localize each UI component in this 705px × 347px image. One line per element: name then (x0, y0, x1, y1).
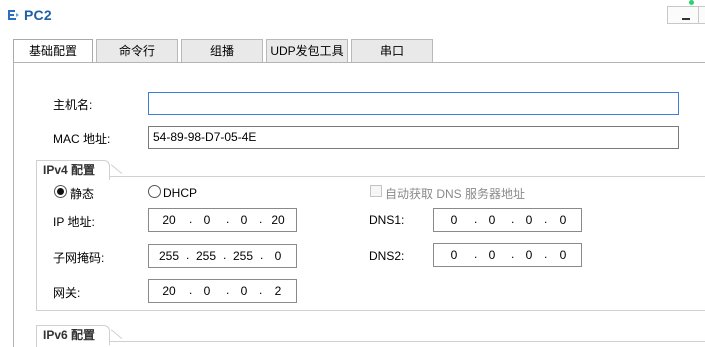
dns2-octet-1: 0 (450, 248, 458, 262)
ip-dot: . (474, 212, 478, 226)
static-radio-label: 静态 (70, 187, 95, 201)
dns1-octet-4: 0 (559, 213, 567, 227)
ip-dot: . (511, 212, 515, 226)
window-title: PC2 (24, 7, 52, 23)
ip-octet-4: 20 (271, 213, 285, 227)
title-bar: PC2 (0, 0, 705, 30)
tab-command-line[interactable]: 命令行 (96, 39, 178, 62)
dns1-octet-3: 0 (525, 213, 533, 227)
tab-multicast[interactable]: 组播 (181, 39, 263, 62)
dns1-octet-1: 0 (450, 213, 458, 227)
tab-bar: 基础配置 命令行 组播 UDP发包工具 串口 (13, 39, 436, 63)
ip-dot: . (474, 247, 478, 261)
ipv6-section-title: IPv6 配置 (36, 325, 111, 345)
gateway-octet-3: 0 (240, 284, 248, 298)
mac-label: MAC 地址: (53, 132, 111, 146)
gateway-octet-2: 0 (203, 284, 211, 298)
subnet-mask-field[interactable]: 255 . 255 . 255 . 0 (148, 244, 297, 268)
ip-octet-1: 20 (162, 213, 176, 227)
dns1-octet-2: 0 (488, 213, 496, 227)
dns1-label: DNS1: (369, 213, 405, 227)
dhcp-radio[interactable] (148, 185, 161, 198)
ip-dot: . (260, 248, 264, 262)
tab-serial[interactable]: 串口 (351, 39, 433, 62)
ip-dot: . (189, 283, 193, 297)
ip-dot: . (226, 283, 230, 297)
hostname-label: 主机名: (53, 98, 93, 112)
ip-address-label: IP 地址: (53, 215, 95, 229)
mask-octet-4: 0 (274, 249, 282, 263)
ip-dot: . (259, 212, 263, 226)
dns2-label: DNS2: (369, 249, 405, 263)
ip-dot: . (259, 283, 263, 297)
mask-octet-1: 255 (158, 249, 180, 263)
dns2-octet-4: 0 (559, 248, 567, 262)
status-indicator (689, 0, 694, 5)
mask-octet-2: 255 (195, 249, 217, 263)
dns2-field[interactable]: 0 . 0 . 0 . 0 (433, 243, 582, 267)
ipv6-section (36, 341, 705, 347)
maximize-button[interactable] (699, 6, 705, 24)
ip-dot: . (544, 212, 548, 226)
ip-octet-2: 0 (203, 213, 211, 227)
auto-dns-label: 自动获取 DNS 服务器地址 (385, 187, 526, 201)
dhcp-radio-label: DHCP (163, 186, 198, 200)
dns2-octet-3: 0 (525, 248, 533, 262)
ip-address-field[interactable]: 20 . 0 . 0 . 20 (148, 208, 297, 232)
ip-dot: . (189, 212, 193, 226)
mac-field[interactable]: 54-89-98-D7-05-4E (148, 126, 679, 149)
hostname-input[interactable] (148, 92, 679, 115)
auto-dns-checkbox[interactable] (370, 185, 382, 197)
ip-dot: . (223, 248, 227, 262)
minimize-button[interactable] (667, 6, 699, 24)
ip-dot: . (186, 248, 190, 262)
static-radio[interactable] (54, 185, 67, 198)
tab-basic-config[interactable]: 基础配置 (13, 39, 93, 63)
ip-dot: . (511, 247, 515, 261)
ip-octet-3: 0 (240, 213, 248, 227)
gateway-field[interactable]: 20 . 0 . 0 . 2 (148, 279, 297, 303)
gateway-octet-4: 2 (274, 284, 282, 298)
tab-udp-tool[interactable]: UDP发包工具 (266, 39, 348, 62)
ip-dot: . (544, 247, 548, 261)
pc-app-icon (8, 10, 19, 20)
mask-octet-3: 255 (232, 249, 254, 263)
gateway-label: 网关: (53, 286, 81, 300)
subnet-mask-label: 子网掩码: (53, 251, 105, 265)
dns1-field[interactable]: 0 . 0 . 0 . 0 (433, 208, 582, 232)
ipv4-section-title: IPv4 配置 (36, 160, 111, 180)
ip-dot: . (226, 212, 230, 226)
gateway-octet-1: 20 (162, 284, 176, 298)
dns2-octet-2: 0 (488, 248, 496, 262)
